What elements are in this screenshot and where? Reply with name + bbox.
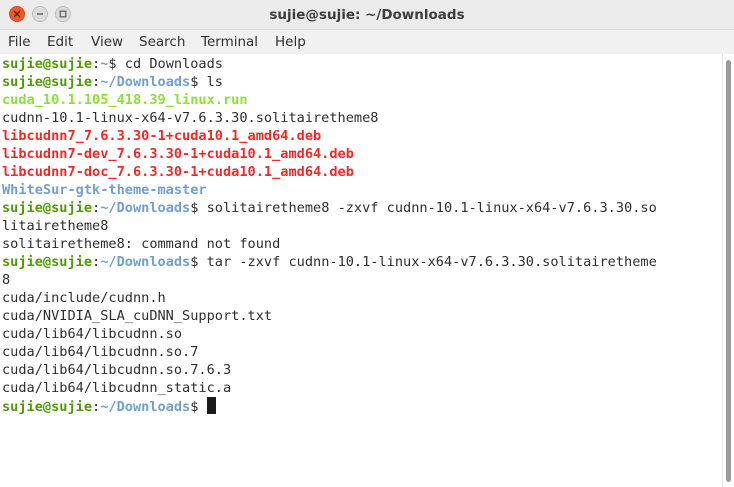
prompt-userhost: sujie@sujie bbox=[2, 399, 93, 415]
prompt-userhost: sujie@sujie bbox=[2, 200, 93, 216]
menu-terminal[interactable]: Terminal bbox=[201, 33, 258, 51]
prompt-userhost: sujie@sujie bbox=[2, 56, 93, 72]
menu-file[interactable]: File bbox=[8, 33, 31, 51]
prompt-separator: : bbox=[92, 56, 101, 72]
prompt-separator: : bbox=[92, 254, 101, 270]
prompt-sign: $ bbox=[108, 56, 117, 72]
output-line: cuda/include/cudnn.h bbox=[2, 290, 166, 306]
scrollbar-thumb[interactable] bbox=[726, 60, 731, 482]
prompt-userhost: sujie@sujie bbox=[2, 74, 93, 90]
ls-file: cudnn-10.1-linux-x64-v7.6.3.30.solitaire… bbox=[2, 110, 379, 126]
menu-edit[interactable]: Edit bbox=[47, 33, 73, 51]
window-title: sujie@sujie: ~/Downloads bbox=[269, 7, 465, 23]
ls-archive-file: libcudnn7_7.6.3.30-1+cuda10.1_amd64.deb bbox=[2, 128, 322, 144]
output-line: cuda/lib64/libcudnn.so.7 bbox=[2, 344, 199, 360]
menu-bar: File Edit View Search Terminal Help bbox=[0, 30, 734, 54]
prompt-separator: : bbox=[92, 200, 101, 216]
command-wrap: 8 bbox=[2, 272, 11, 288]
prompt-separator: : bbox=[92, 399, 101, 415]
command-text: cd Downloads bbox=[116, 56, 223, 72]
ls-directory: WhiteSur-gtk-theme-master bbox=[2, 182, 207, 198]
error-message: solitairetheme8: command not found bbox=[2, 236, 281, 252]
terminal-line: sujie@sujie:~/Downloads$ tar -zxvf cudnn… bbox=[2, 253, 657, 271]
terminal-line: sujie@sujie:~/Downloads$ ls bbox=[2, 73, 223, 91]
output-line: cuda/lib64/libcudnn_static.a bbox=[2, 380, 232, 396]
output-line: cuda/lib64/libcudnn.so.7.6.3 bbox=[2, 362, 232, 378]
terminal-output[interactable]: sujie@sujie:~$ cd Downloads sujie@sujie:… bbox=[0, 54, 722, 487]
title-bar[interactable]: sujie@sujie: ~/Downloads bbox=[0, 0, 734, 30]
prompt-path: ~/Downloads bbox=[100, 200, 191, 216]
command-wrap: litairetheme8 bbox=[2, 218, 109, 234]
output-line: cuda/NVIDIA_SLA_cuDNN_Support.txt bbox=[2, 308, 273, 324]
command-text: ls bbox=[198, 74, 223, 90]
prompt-path: ~/Downloads bbox=[100, 399, 191, 415]
command-text bbox=[198, 399, 206, 415]
vertical-scrollbar[interactable] bbox=[722, 54, 734, 487]
prompt-userhost: sujie@sujie bbox=[2, 254, 93, 270]
menu-search[interactable]: Search bbox=[139, 33, 185, 51]
command-text: tar -zxvf cudnn-10.1-linux-x64-v7.6.3.30… bbox=[198, 254, 657, 270]
ls-archive-file: libcudnn7-dev_7.6.3.30-1+cuda10.1_amd64.… bbox=[2, 146, 354, 162]
menu-view[interactable]: View bbox=[91, 33, 123, 51]
ls-archive-file: libcudnn7-doc_7.6.3.30-1+cuda10.1_amd64.… bbox=[2, 164, 354, 180]
terminal-line: sujie@sujie:~/Downloads$ solitairetheme8… bbox=[2, 199, 657, 217]
prompt-path: ~/Downloads bbox=[100, 254, 191, 270]
command-text: solitairetheme8 -zxvf cudnn-10.1-linux-x… bbox=[198, 200, 657, 216]
terminal-line: sujie@sujie:~$ cd Downloads bbox=[2, 55, 223, 73]
text-cursor bbox=[206, 397, 216, 414]
terminal-window: sujie@sujie: ~/Downloads File Edit View … bbox=[0, 0, 734, 487]
terminal-line: sujie@sujie:~/Downloads$ bbox=[2, 397, 216, 415]
prompt-separator: : bbox=[92, 74, 101, 90]
output-line: cuda/lib64/libcudnn.so bbox=[2, 326, 183, 342]
ls-executable-file: cuda_10.1.105_418.39_linux.run bbox=[2, 92, 248, 108]
prompt-path: ~/Downloads bbox=[100, 74, 191, 90]
menu-help[interactable]: Help bbox=[275, 33, 306, 51]
